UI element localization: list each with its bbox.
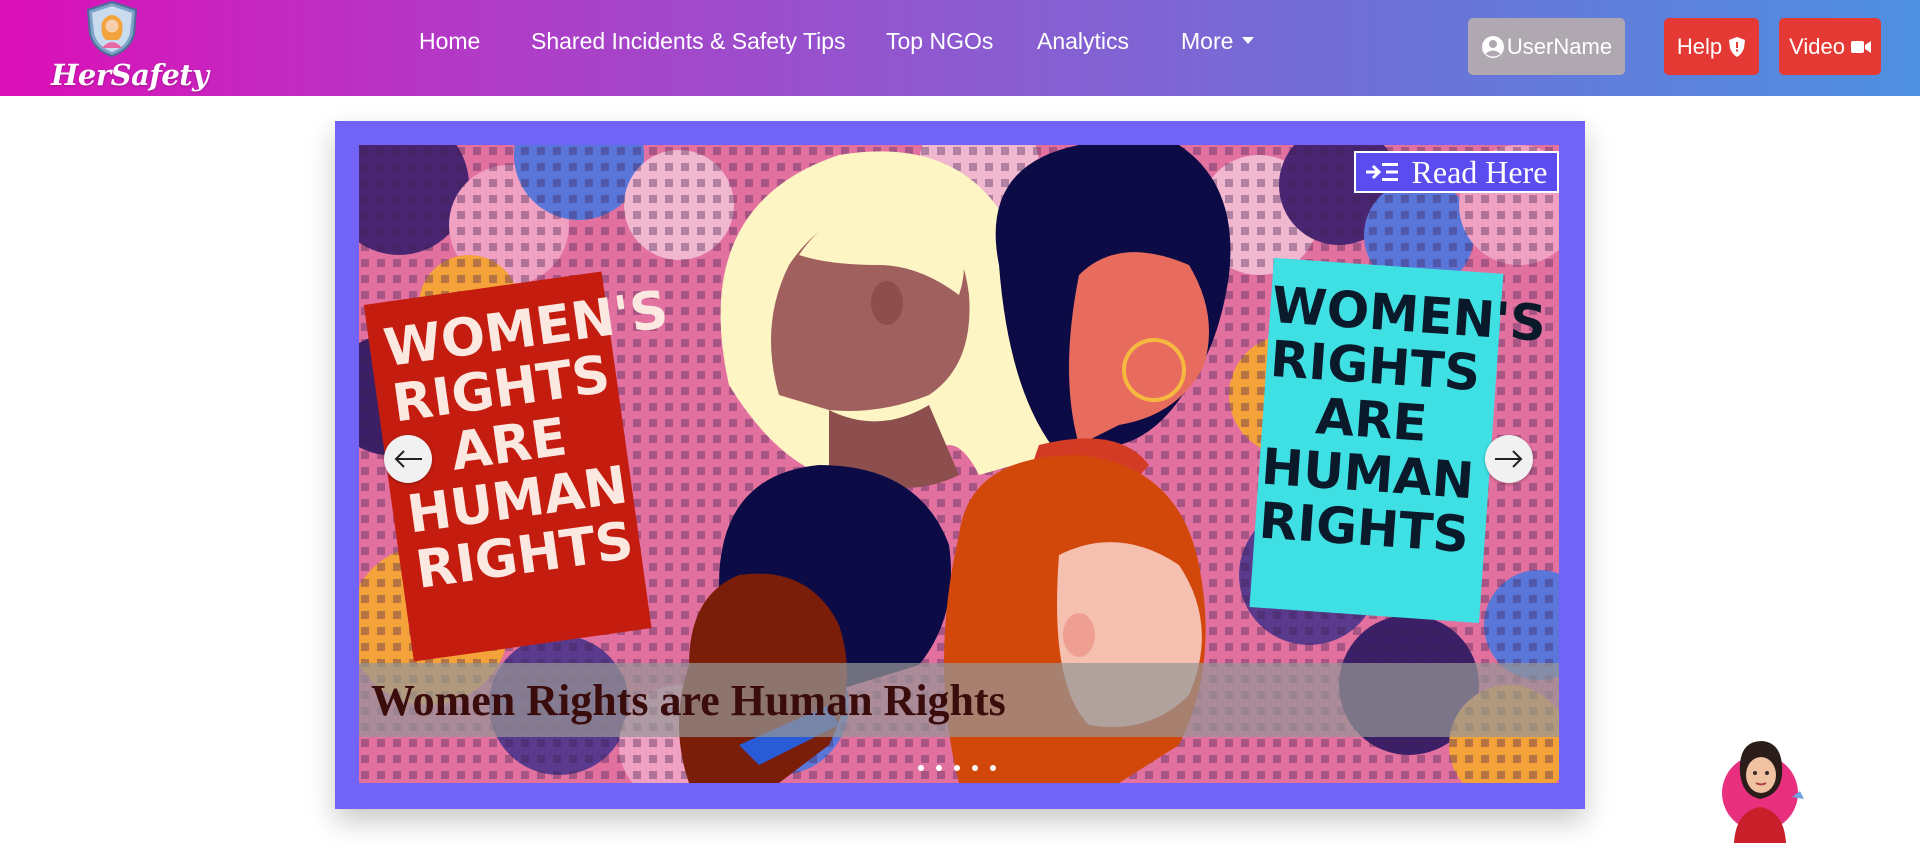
username-label: UserName (1506, 33, 1613, 59)
carousel-indicator-dot[interactable] (972, 765, 978, 771)
username-button[interactable]: UserName (1468, 18, 1625, 75)
help-label: Help (1676, 33, 1723, 59)
arrow-right-icon (1495, 450, 1523, 468)
carousel-prev-button[interactable] (384, 435, 432, 483)
video-label: Video (1789, 33, 1845, 59)
carousel-indicator-dot[interactable] (990, 765, 996, 771)
read-here-button[interactable]: Read Here (1354, 151, 1559, 193)
carousel-next-button[interactable] (1485, 435, 1533, 483)
nav-more-label: More (1181, 28, 1234, 54)
carousel-indicator-dot[interactable] (936, 765, 942, 771)
banner-right-text: WOMEN'S RIGHTS ARE HUMAN RIGHTS (1255, 276, 1548, 564)
nav-shared-incidents[interactable]: Shared Incidents & Safety Tips (531, 28, 846, 55)
help-button[interactable]: Help (1664, 18, 1759, 75)
top-navbar: HerSafety Home Shared Incidents & Safety… (0, 0, 1920, 96)
nav-more-dropdown[interactable]: More (1181, 28, 1255, 55)
indent-icon (1365, 163, 1398, 181)
assistant-avatar-icon (1722, 741, 1804, 843)
shield-logo-icon (86, 0, 138, 58)
chatbot-avatar[interactable] (1720, 735, 1808, 845)
caret-down-icon (1242, 37, 1255, 45)
carousel-indicator-dot[interactable] (918, 765, 924, 771)
shield-icon (1729, 36, 1746, 57)
nav-top-ngos[interactable]: Top NGOs (886, 28, 993, 55)
carousel-indicator-dot[interactable] (954, 765, 960, 771)
carousel-indicators (918, 765, 996, 771)
slide-caption: Women Rights are Human Rights (371, 676, 1006, 725)
arrow-left-icon (394, 450, 422, 468)
video-camera-icon (1850, 40, 1871, 53)
video-button[interactable]: Video (1779, 18, 1881, 75)
caption-bar: Women Rights are Human Rights (359, 663, 1559, 737)
brand-name: HerSafety (51, 58, 209, 92)
hero-carousel: WOMEN'S RIGHTS ARE HUMAN RIGHTS WOMEN'S … (335, 121, 1585, 809)
read-here-label: Read Here (1411, 153, 1548, 190)
user-circle-icon (1481, 35, 1504, 58)
nav-home[interactable]: Home (419, 28, 480, 55)
carousel-slide: WOMEN'S RIGHTS ARE HUMAN RIGHTS WOMEN'S … (359, 145, 1559, 783)
nav-analytics[interactable]: Analytics (1037, 28, 1129, 55)
brand-logo[interactable]: HerSafety (45, 0, 209, 96)
